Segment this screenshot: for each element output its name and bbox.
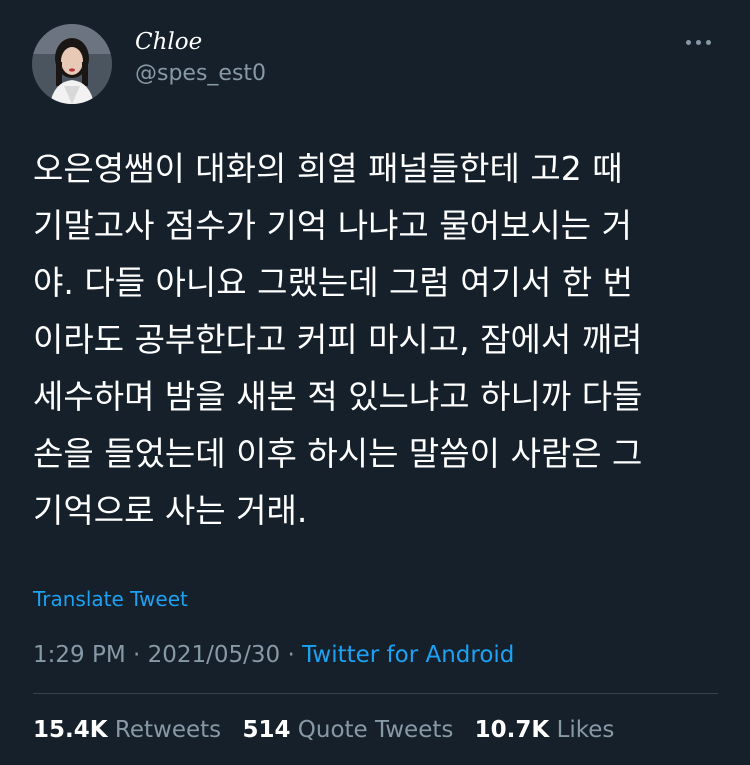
tweet-text: 오은영쌤이 대화의 희열 패널들한테 고2 때 기말고사 점수가 기억 나냐고 … [33, 140, 723, 539]
more-dots-icon [695, 39, 701, 45]
tweet-text-line: 세수하며 밤을 새본 적 있느냐고 하니까 다들 [33, 377, 643, 416]
tweet-text-line: 이라도 공부한다고 커피 마시고, 잠에서 깨려 [33, 320, 643, 359]
retweets-label: Retweets [114, 717, 222, 743]
tweet-source-link[interactable]: Twitter for Android [302, 642, 514, 668]
likes-label: Likes [556, 717, 615, 743]
quote-tweets-count: 514 [242, 717, 291, 743]
divider [33, 693, 718, 694]
tweet-time[interactable]: 1:29 PM [33, 642, 126, 668]
tweet-text-line: 손을 들었는데 이후 하시는 말씀이 사람은 그 [33, 434, 643, 473]
more-options-button[interactable] [676, 28, 720, 56]
author-handle[interactable]: @spes_est0 [135, 60, 266, 88]
tweet-text-line: 야. 다들 아니요 그랬는데 그럼 여기서 한 번 [33, 263, 634, 302]
likes-stat[interactable]: 10.7K Likes [475, 717, 615, 743]
profile-photo-icon [32, 24, 112, 104]
avatar[interactable] [32, 24, 112, 104]
tweet-text-line: 오은영쌤이 대화의 희열 패널들한테 고2 때 [33, 149, 623, 188]
translate-tweet-link[interactable]: Translate Tweet [33, 586, 188, 612]
retweets-count: 15.4K [33, 717, 108, 743]
likes-count: 10.7K [474, 717, 550, 743]
tweet-date[interactable]: 2021/05/30 [148, 642, 281, 668]
author-display-name[interactable]: Chloe [135, 28, 202, 56]
quote-tweets-stat[interactable]: 514 Quote Tweets [242, 717, 453, 743]
tweet-text-line: 기말고사 점수가 기억 나냐고 물어보시는 거 [33, 206, 632, 245]
tweet-meta: 1:29 PM · 2021/05/30 · Twitter for Andro… [33, 640, 514, 670]
meta-separator: · [125, 642, 148, 668]
tweet-text-line: 기억으로 사는 거래. [33, 491, 308, 530]
quote-tweets-label: Quote Tweets [297, 717, 454, 743]
more-dots-icon [685, 39, 691, 45]
meta-separator: · [280, 642, 303, 668]
retweets-stat[interactable]: 15.4K Retweets [33, 717, 221, 743]
more-dots-icon [705, 39, 711, 45]
tweet-stats: 15.4K Retweets 514 Quote Tweets 10.7K Li… [33, 715, 628, 745]
